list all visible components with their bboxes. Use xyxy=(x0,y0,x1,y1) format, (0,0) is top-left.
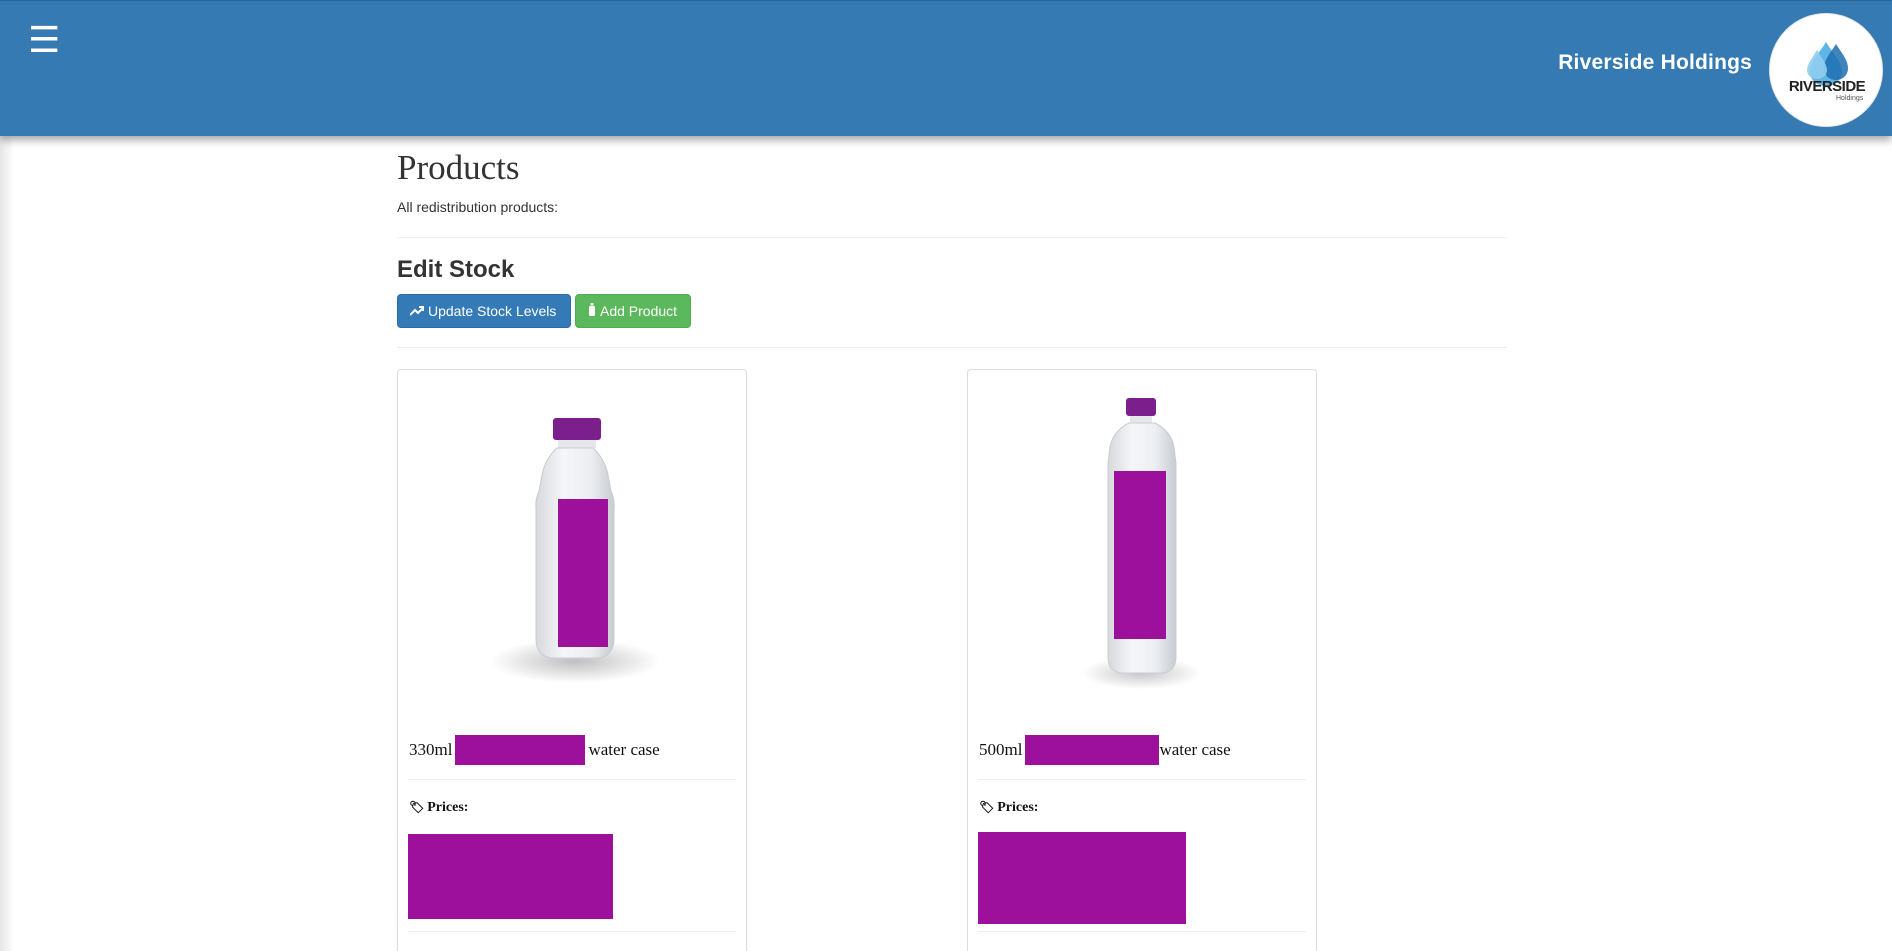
prices-label: 🏷 Prices: xyxy=(409,800,468,816)
trending-up-icon xyxy=(409,297,424,329)
prices-label-text: Prices: xyxy=(997,800,1039,815)
brand-name[interactable]: Riverside Holdings xyxy=(1558,51,1752,75)
product-size: 330ml xyxy=(409,740,453,759)
product-title: 330ml water case xyxy=(409,735,660,765)
add-product-label: Add Product xyxy=(600,303,678,319)
redacted-prices xyxy=(978,832,1186,924)
product-card[interactable]: 500ml water case 🏷 Prices: xyxy=(967,369,1317,951)
add-product-button[interactable]: Add Product xyxy=(575,294,691,328)
product-title: 500ml water case xyxy=(979,735,1231,765)
divider xyxy=(397,237,1507,238)
product-size: 500ml xyxy=(979,740,1023,759)
prices-label: 🏷 Prices: xyxy=(979,800,1038,816)
prices-label-text: Prices: xyxy=(427,800,469,815)
redacted-product-name xyxy=(1025,735,1160,765)
page-subtitle: All redistribution products: xyxy=(397,199,559,215)
product-suffix: water case xyxy=(588,740,660,759)
divider xyxy=(397,347,1507,348)
sidebar-shadow xyxy=(0,136,14,951)
bottle-image[interactable] xyxy=(399,371,745,721)
redacted-product-name xyxy=(455,735,586,765)
brand-logo[interactable]: RIVERSIDE Holdings xyxy=(1769,13,1883,127)
bottle-icon xyxy=(588,297,596,329)
redacted-prices xyxy=(408,834,613,919)
page-title: Products xyxy=(397,148,520,187)
update-stock-levels-button[interactable]: Update Stock Levels xyxy=(397,294,571,328)
divider xyxy=(408,931,736,932)
product-card[interactable]: 330ml water case 🏷 Prices: xyxy=(397,369,747,951)
divider xyxy=(978,779,1306,780)
tags-icon: 🏷 xyxy=(409,800,425,814)
divider xyxy=(978,931,1306,932)
logo-subtext: Holdings xyxy=(1836,95,1864,102)
bottle-image[interactable] xyxy=(969,371,1315,721)
edit-stock-heading: Edit Stock xyxy=(397,256,515,283)
top-navbar: ☰ Riverside Holdings RIVERSIDE Holdings xyxy=(0,0,1892,136)
divider xyxy=(408,779,736,780)
update-stock-levels-label: Update Stock Levels xyxy=(428,303,557,319)
hamburger-menu-icon[interactable]: ☰ xyxy=(28,23,60,59)
product-suffix: water case xyxy=(1159,740,1231,759)
logo-text: RIVERSIDE xyxy=(1788,78,1866,95)
tags-icon: 🏷 xyxy=(979,800,995,814)
water-drops-logo-icon xyxy=(1807,42,1848,86)
